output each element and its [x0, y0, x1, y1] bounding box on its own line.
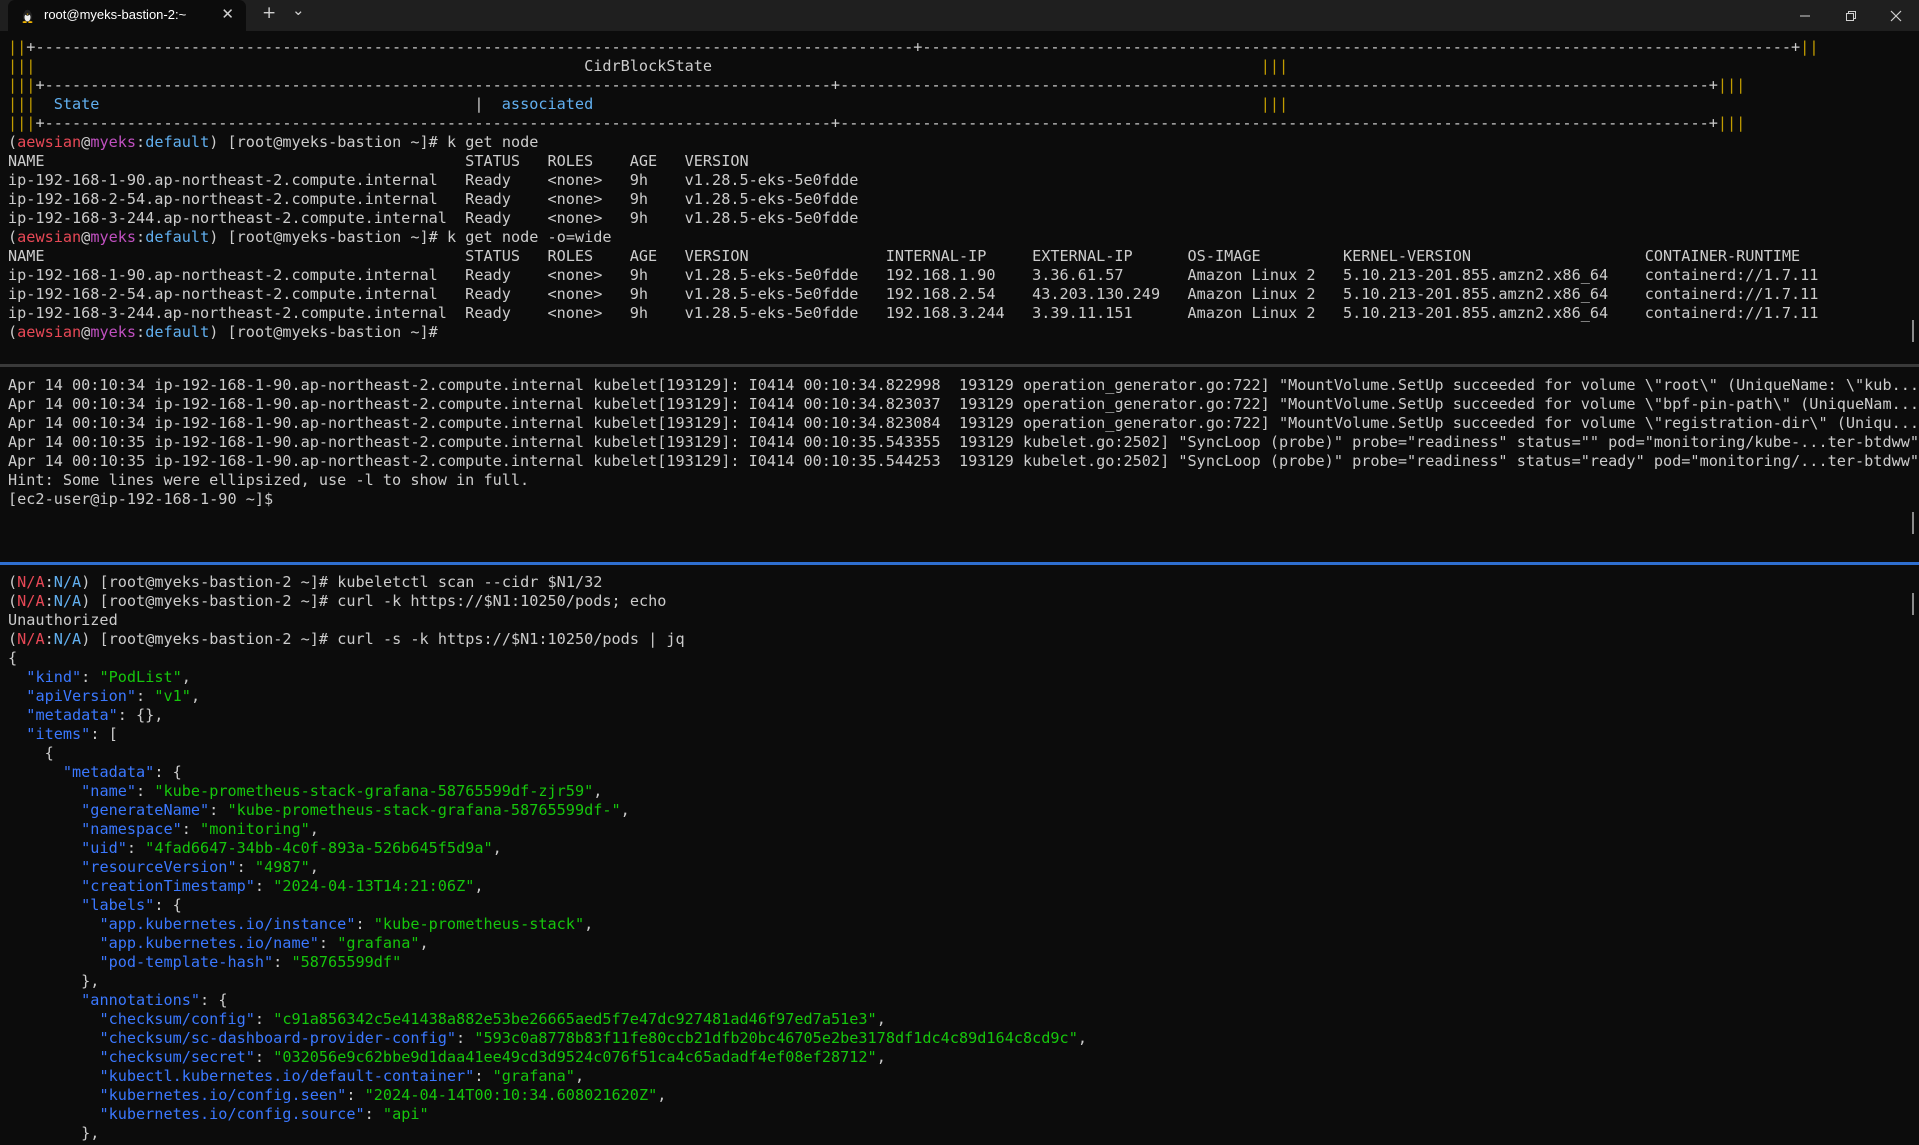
command-get-node-wide: k get node -o=wide [446, 228, 612, 246]
terminal-pane-3[interactable]: (N/A:N/A) [root@myeks-bastion-2 ~]# kube… [0, 573, 1919, 1145]
scrollbar[interactable] [1912, 512, 1914, 534]
terminal-pane-1[interactable]: ||+-------------------------------------… [0, 38, 1919, 364]
tab-active[interactable]: root@myeks-bastion-2:~ ✕ [8, 0, 246, 31]
close-tab-icon[interactable]: ✕ [221, 5, 234, 23]
command-get-node: k get node [446, 133, 539, 151]
command-curl-pods: curl -k https://$N1:10250/pods; echo [337, 592, 667, 610]
table-state-label: State [53, 95, 100, 113]
new-tab-button[interactable]: + [262, 3, 276, 23]
linux-penguin-icon [22, 9, 33, 23]
maximize-button[interactable] [1828, 0, 1874, 31]
close-button[interactable] [1873, 0, 1919, 31]
table-title: CidrBlockState [584, 57, 713, 75]
scrollbar[interactable] [1912, 593, 1914, 615]
active-prompt: [root@myeks-bastion ~]# [227, 323, 447, 341]
unauthorized-text: Unauthorized [8, 611, 118, 629]
journal-log-output: Apr 14 00:10:34 ip-192-168-1-90.ap-north… [8, 376, 1919, 508]
minimize-icon [1800, 15, 1810, 16]
table-state-value: associated [501, 95, 594, 113]
title-bar: root@myeks-bastion-2:~ ✕ + ⌄ [0, 0, 1919, 31]
scrollbar[interactable] [1912, 320, 1914, 342]
close-icon [1890, 10, 1902, 21]
tab-dropdown-button[interactable]: ⌄ [292, 1, 305, 19]
pane1-output: ||+-------------------------------------… [8, 38, 1819, 341]
terminal-pane-2[interactable]: Apr 14 00:10:34 ip-192-168-1-90.ap-north… [0, 376, 1919, 562]
command-kubeletctl-scan: kubeletctl scan --cidr $N1/32 [337, 573, 603, 591]
pane-divider[interactable] [0, 364, 1919, 367]
tab-title: root@myeks-bastion-2:~ [44, 7, 187, 22]
maximize-icon [1846, 10, 1856, 21]
pane-divider-active[interactable] [0, 562, 1919, 565]
pane3-output: (N/A:N/A) [root@myeks-bastion-2 ~]# kube… [8, 573, 1088, 1142]
minimize-button[interactable] [1782, 0, 1828, 31]
command-curl-jq: curl -s -k https://$N1:10250/pods | jq [337, 630, 685, 648]
